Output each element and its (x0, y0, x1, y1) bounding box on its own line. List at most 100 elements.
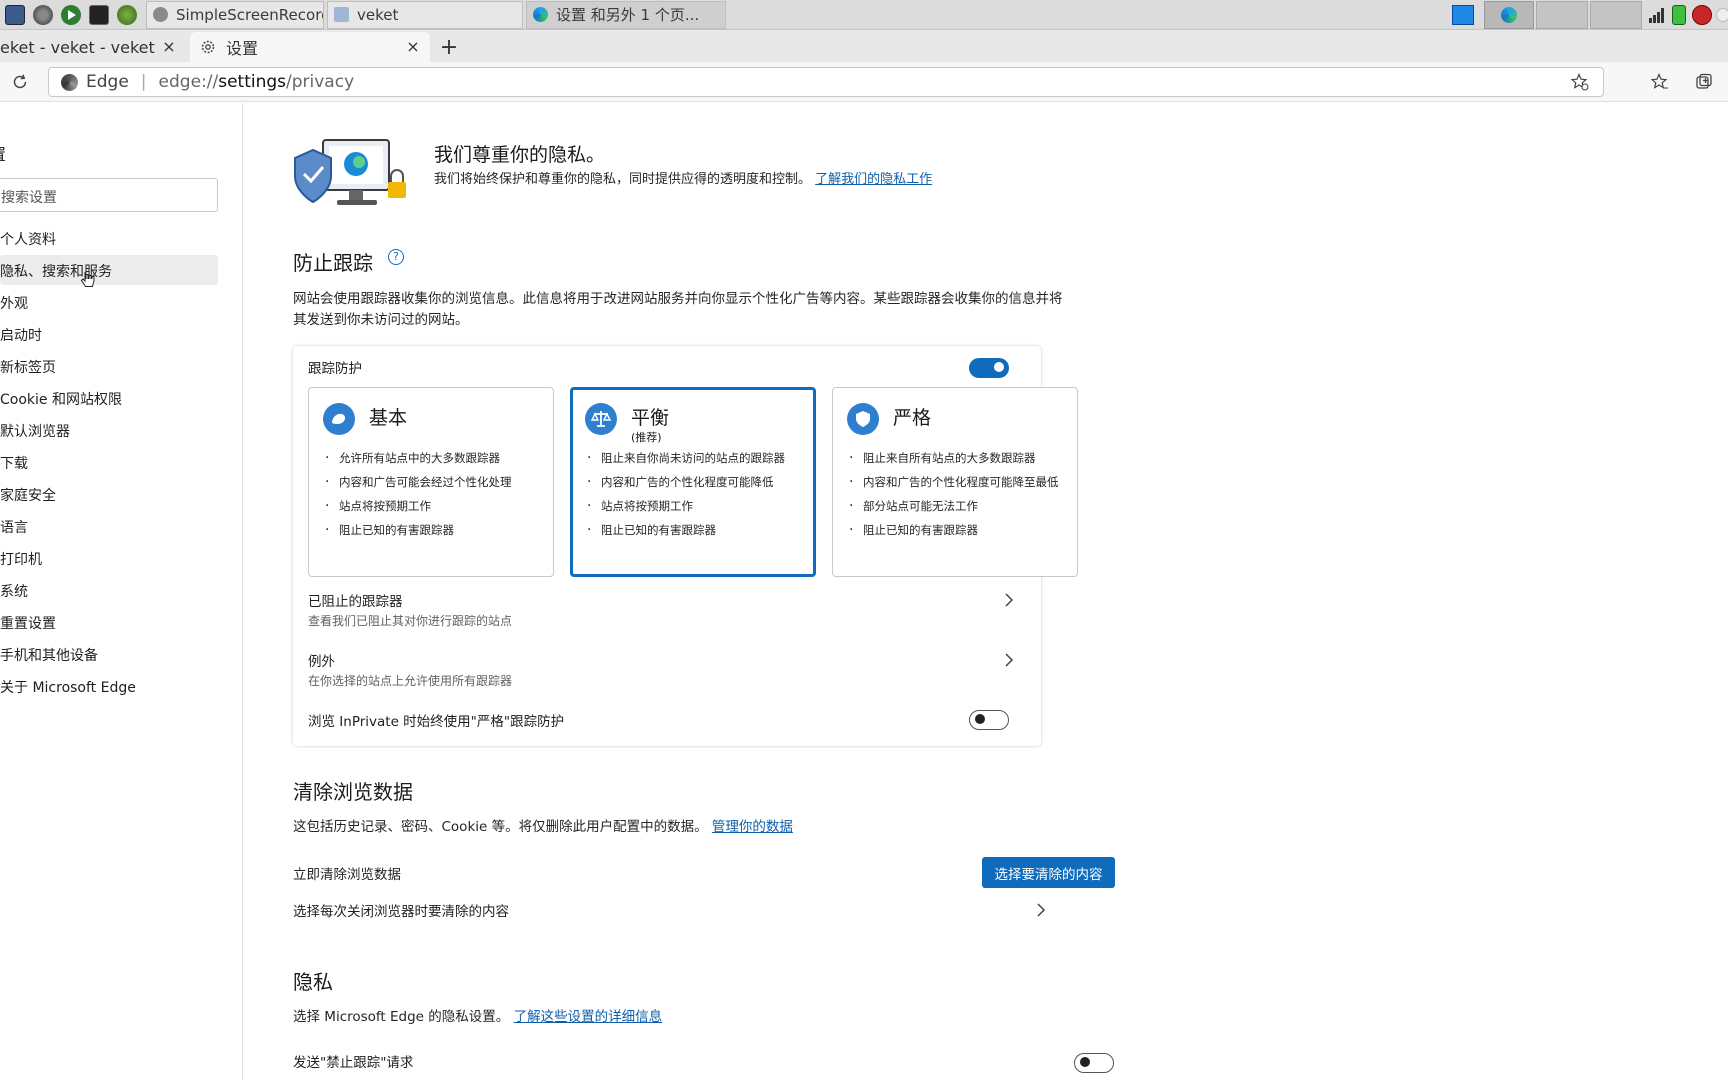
exceptions-title: 例外 (308, 654, 335, 670)
sidebar-item-label: 重置设置 (0, 616, 56, 632)
terminal-launcher[interactable] (86, 2, 112, 28)
sidebar-item-printers[interactable]: 打印机 (0, 543, 218, 573)
sidebar-item-default-browser[interactable]: 默认浏览器 (0, 415, 218, 445)
browser-launcher[interactable] (114, 2, 140, 28)
mode-bullet: 内容和广告的个性化程度可能降低 (585, 474, 805, 491)
clear-data-text: 这包括历史记录、密码、Cookie 等。将仅删除此用户配置中的数据。 (293, 819, 708, 835)
media-launcher[interactable] (58, 2, 84, 28)
sidebar-item-reset[interactable]: 重置设置 (0, 607, 218, 637)
tray-edge-button[interactable] (1484, 1, 1534, 29)
add-favorite-icon[interactable] (1571, 73, 1589, 91)
sidebar-item-languages[interactable]: 语言 (0, 511, 218, 541)
task-screen-recorder[interactable]: SimpleScreenRecorder (146, 0, 324, 29)
edge-icon (533, 7, 548, 22)
favorites-button[interactable] (1648, 70, 1672, 94)
clear-on-close-label: 选择每次关闭浏览器时要清除的内容 (293, 904, 509, 920)
chevron-right-icon (1005, 593, 1014, 607)
address-divider: | (140, 72, 147, 92)
do-not-track-toggle[interactable] (1074, 1053, 1114, 1073)
weather-icon[interactable] (1716, 8, 1728, 22)
site-identity-label: Edge (86, 72, 129, 92)
url-host: settings (218, 72, 287, 92)
sidebar-item-profiles[interactable]: 个人资料 (0, 223, 218, 253)
sidebar-item-privacy[interactable]: 隐私、搜索和服务 (0, 255, 218, 287)
tab-title: 设置 (226, 39, 259, 58)
record-stop-icon[interactable] (1692, 5, 1712, 25)
mode-bullet: 阻止已知的有害跟踪器 (585, 522, 805, 539)
tracking-prevention-toggle[interactable] (969, 358, 1009, 378)
collections-icon (1696, 73, 1712, 89)
sidebar-item-phone[interactable]: 手机和其他设备 (0, 639, 218, 669)
tab-veket[interactable]: eket - veket - veket × (0, 32, 186, 62)
favorites-star-icon (1651, 73, 1668, 89)
choose-what-to-clear-button[interactable]: 选择要清除的内容 (982, 857, 1115, 888)
new-tab-button[interactable]: + (438, 32, 460, 62)
sidebar-item-label: 启动时 (0, 328, 42, 344)
inprivate-strict-label: 浏览 InPrivate 时始终使用"严格"跟踪防护 (308, 714, 565, 730)
sidebar-item-label: 关于 Microsoft Edge (0, 680, 136, 696)
task-label: veket (357, 5, 399, 24)
settings-launcher[interactable] (30, 2, 56, 28)
sidebar-item-appearance[interactable]: 外观 (0, 287, 218, 317)
toggle-knob (1080, 1057, 1090, 1067)
mode-bullet: 站点将按预期工作 (585, 498, 805, 515)
mode-bullet: 站点将按预期工作 (323, 498, 543, 515)
folder-icon (334, 7, 349, 22)
sidebar-item-cookies[interactable]: Cookie 和网站权限 (0, 383, 218, 413)
blocked-trackers-row[interactable]: 已阻止的跟踪器 查看我们已阻止其对你进行跟踪的站点 (293, 590, 1041, 640)
do-not-track-label: 发送"禁止跟踪"请求 (293, 1055, 414, 1071)
hero-text: 我们将始终保护和尊重你的隐私，同时提供应得的透明度和控制。 了解我们的隐私工作 (434, 169, 934, 190)
sidebar-item-family[interactable]: 家庭安全 (0, 479, 218, 509)
exceptions-row[interactable]: 例外 在你选择的站点上允许使用所有跟踪器 (293, 650, 1041, 700)
close-tab-icon[interactable]: × (160, 37, 178, 56)
edge-icon (61, 73, 78, 91)
clear-on-close-row[interactable]: 选择每次关闭浏览器时要清除的内容 (293, 900, 1067, 924)
address-bar[interactable]: Edge | edge://settings/privacy (48, 67, 1604, 97)
privacy-learn-more-link[interactable]: 了解我们的隐私工作 (815, 172, 932, 187)
mode-subtitle: (推荐) (631, 431, 662, 444)
settings-sidebar: 置 搜索设置 个人资料 隐私、搜索和服务 外观 启动时 新标签页 Cookie … (0, 103, 243, 1080)
tray-slot[interactable] (1590, 1, 1642, 29)
battery-icon[interactable] (1672, 5, 1686, 25)
privacy-section-title: 隐私 (293, 970, 333, 994)
sidebar-item-downloads[interactable]: 下载 (0, 447, 218, 477)
mode-card-basic[interactable]: 基本 允许所有站点中的大多数跟踪器 内容和广告可能会经过个性化处理 站点将按预期… (308, 387, 554, 577)
toggle-knob (975, 714, 985, 724)
manage-data-link[interactable]: 管理你的数据 (712, 819, 793, 835)
mode-bullets: 阻止来自你尚未访问的站点的跟踪器 内容和广告的个性化程度可能降低 站点将按预期工… (585, 450, 805, 546)
task-veket[interactable]: veket (327, 0, 523, 29)
network-signal-icon[interactable] (1648, 6, 1666, 24)
browser-tab-strip: eket - veket - veket × 设置 × + (0, 30, 1728, 62)
task-edge-settings[interactable]: 设置 和另外 1 个页... (526, 0, 726, 29)
refresh-button[interactable] (8, 70, 32, 94)
mode-bullet: 阻止已知的有害跟踪器 (847, 522, 1067, 539)
sidebar-item-label: 语言 (0, 520, 28, 536)
collections-button[interactable] (1692, 70, 1716, 94)
sidebar-item-label: 新标签页 (0, 360, 56, 376)
monitor-icon (5, 4, 25, 25)
mode-bullet: 阻止已知的有害跟踪器 (323, 522, 543, 539)
mode-card-strict[interactable]: 严格 阻止来自所有站点的大多数跟踪器 内容和广告的个性化程度可能降至最低 部分站… (832, 387, 1078, 577)
desktop-icon[interactable] (1452, 5, 1474, 25)
tracking-help-icon[interactable]: ? (388, 249, 404, 265)
system-monitor-launcher[interactable] (2, 2, 28, 28)
mode-bullets: 允许所有站点中的大多数跟踪器 内容和广告可能会经过个性化处理 站点将按预期工作 … (323, 450, 543, 546)
tray-slot[interactable] (1536, 1, 1588, 29)
sidebar-item-new-tab[interactable]: 新标签页 (0, 351, 218, 381)
sidebar-item-about[interactable]: 关于 Microsoft Edge (0, 671, 218, 701)
gears-icon (33, 4, 53, 25)
close-tab-icon[interactable]: × (404, 37, 422, 56)
privacy-description: 选择 Microsoft Edge 的隐私设置。 了解这些设置的详细信息 (293, 1007, 1053, 1028)
tab-settings[interactable]: 设置 × (190, 32, 430, 62)
privacy-illustration (294, 139, 406, 205)
inprivate-strict-toggle[interactable] (969, 710, 1009, 730)
settings-search-input[interactable]: 搜索设置 (0, 178, 218, 212)
terminal-icon (89, 4, 109, 25)
sidebar-item-startup[interactable]: 启动时 (0, 319, 218, 349)
hero-description: 我们将始终保护和尊重你的隐私，同时提供应得的透明度和控制。 (434, 172, 812, 187)
sidebar-item-system[interactable]: 系统 (0, 575, 218, 605)
chevron-right-icon (1005, 653, 1014, 667)
os-taskbar: SimpleScreenRecorder veket 设置 和另外 1 个页..… (0, 0, 1728, 30)
privacy-settings-link[interactable]: 了解这些设置的详细信息 (514, 1009, 663, 1025)
mode-card-balanced[interactable]: 平衡 (推荐) 阻止来自你尚未访问的站点的跟踪器 内容和广告的个性化程度可能降低… (570, 387, 816, 577)
